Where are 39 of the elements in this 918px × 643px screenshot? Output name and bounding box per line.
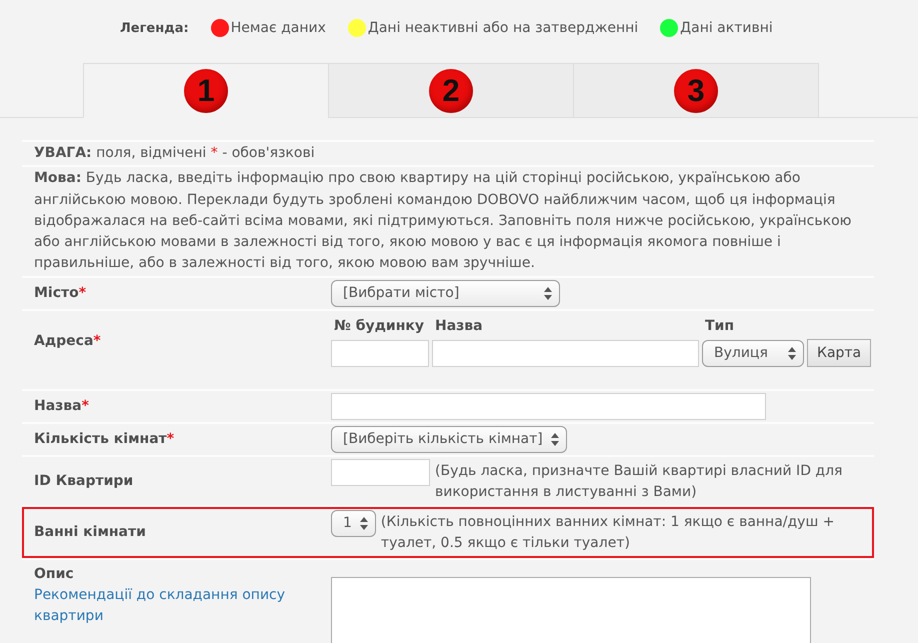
field-label: Опис [34,564,75,584]
select-dropdown[interactable]: [Вибрати місто] [331,280,560,307]
legend-label: Немає даних [230,19,326,38]
step-tab[interactable]: 2 [328,63,574,118]
step-tab[interactable]: 1 [83,63,329,118]
step-number-badge: 3 [674,68,718,112]
required-fields-notice: УВАГА: поля, відмічені * - обов'язкові [34,144,316,163]
step-number-badge: 1 [184,68,228,112]
column-header: № будинку [333,316,426,336]
field-label: Ванні кімнати [34,522,147,542]
field-hint: (Будь ласка, призначте Вашій квартирі власний ID для використання в листуванні з Вами) [435,462,844,502]
legend-label: Дані неактивні або на затвердженні [368,19,638,38]
field-label: Місто* [34,284,88,304]
updown-arrows-icon [360,516,368,530]
step-tab[interactable]: 3 [573,63,819,118]
field-hint: (Кількість повноцінних ванних кімнат: 1 якщо є ванна/душ + туалет, 0.5 якщо є тільки туалет) [380,512,836,553]
language-note: Мова: Будь ласка, введіть інформацію про свою квартиру на цій сторінці російською, українською або англійською мовою. Переклади будуть зроблені командою DOBOVO найближчим часом, щоб ця інформація відображалася на веб-сайті всіма мовами, які підтримуються. Заповніть поля нижче російською, українською або англійською мовами в залежності від того, якою мовою у вас є ця інформація якомога повніше і правильніше, або в залежності від того, якою мовою вам зручніше. [34,169,852,274]
field-label: ID Квартири [34,472,134,491]
legend-label: Дані активні [680,19,773,38]
field-label: Кількість кімнат* [34,430,176,450]
text-input[interactable] [331,340,429,367]
text-input[interactable] [432,340,699,367]
guidelines-link[interactable]: Рекомендації до складання опису квартири [34,584,331,627]
column-header: Тип [704,316,736,336]
select-dropdown[interactable]: Вулиця [702,340,804,367]
legend-title: Легенда: [120,20,189,36]
updown-arrows-icon [550,432,559,446]
description-textarea[interactable] [331,576,811,643]
step-number-badge: 2 [429,68,473,112]
field-label: Назва* [34,397,90,416]
field-label: Адреса* [34,332,102,352]
column-header: Назва [434,316,484,336]
text-input[interactable] [331,458,430,486]
updown-arrows-icon [544,286,552,300]
select-dropdown[interactable]: [Виберіть кількість кімнат] [331,426,567,453]
map-button[interactable]: Карта [807,338,872,367]
select-dropdown[interactable]: 1 [331,510,376,537]
text-input[interactable] [331,392,766,420]
updown-arrows-icon [788,346,796,360]
